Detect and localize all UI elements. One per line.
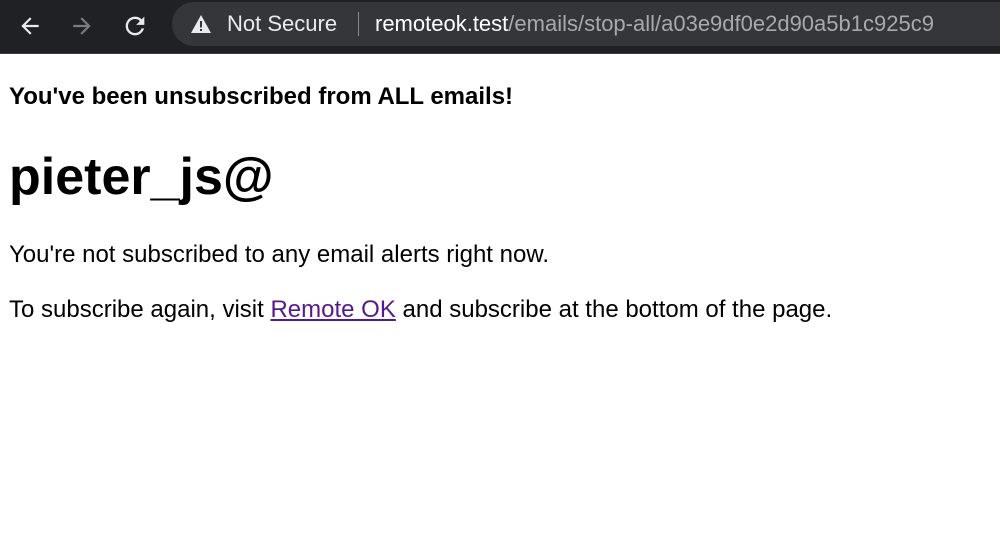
url-text[interactable]: remoteok.test/emails/stop-all/a03e9df0e2… bbox=[375, 12, 934, 36]
remote-ok-link[interactable]: Remote OK bbox=[270, 296, 395, 323]
back-button[interactable] bbox=[12, 8, 48, 44]
address-bar-divider bbox=[358, 12, 359, 36]
warning-triangle-icon[interactable] bbox=[190, 14, 212, 34]
security-status-label[interactable]: Not Secure bbox=[227, 12, 337, 36]
arrow-left-icon bbox=[21, 17, 39, 35]
forward-button[interactable] bbox=[64, 8, 100, 44]
unsubscribe-notice: You've been unsubscribed from ALL emails… bbox=[9, 83, 514, 110]
reload-button[interactable] bbox=[117, 8, 153, 44]
subscription-status-text: You're not subscribed to any email alert… bbox=[9, 241, 549, 268]
reload-icon bbox=[125, 16, 145, 36]
username-heading: pieter_js@ bbox=[9, 148, 274, 206]
browser-toolbar: Not Secure remoteok.test/emails/stop-all… bbox=[0, 0, 1000, 54]
arrow-right-icon bbox=[73, 17, 91, 35]
url-path: /emails/stop-all/a03e9df0e2d90a5b1c925c9 bbox=[508, 11, 934, 36]
resubscribe-instructions: To subscribe again, visit Remote OK and … bbox=[9, 296, 832, 324]
resubscribe-suffix: and subscribe at the bottom of the page. bbox=[395, 296, 833, 323]
resubscribe-prefix: To subscribe again, visit bbox=[9, 296, 271, 323]
address-bar[interactable]: Not Secure remoteok.test/emails/stop-all… bbox=[172, 2, 1000, 46]
url-host: remoteok.test bbox=[375, 11, 509, 36]
